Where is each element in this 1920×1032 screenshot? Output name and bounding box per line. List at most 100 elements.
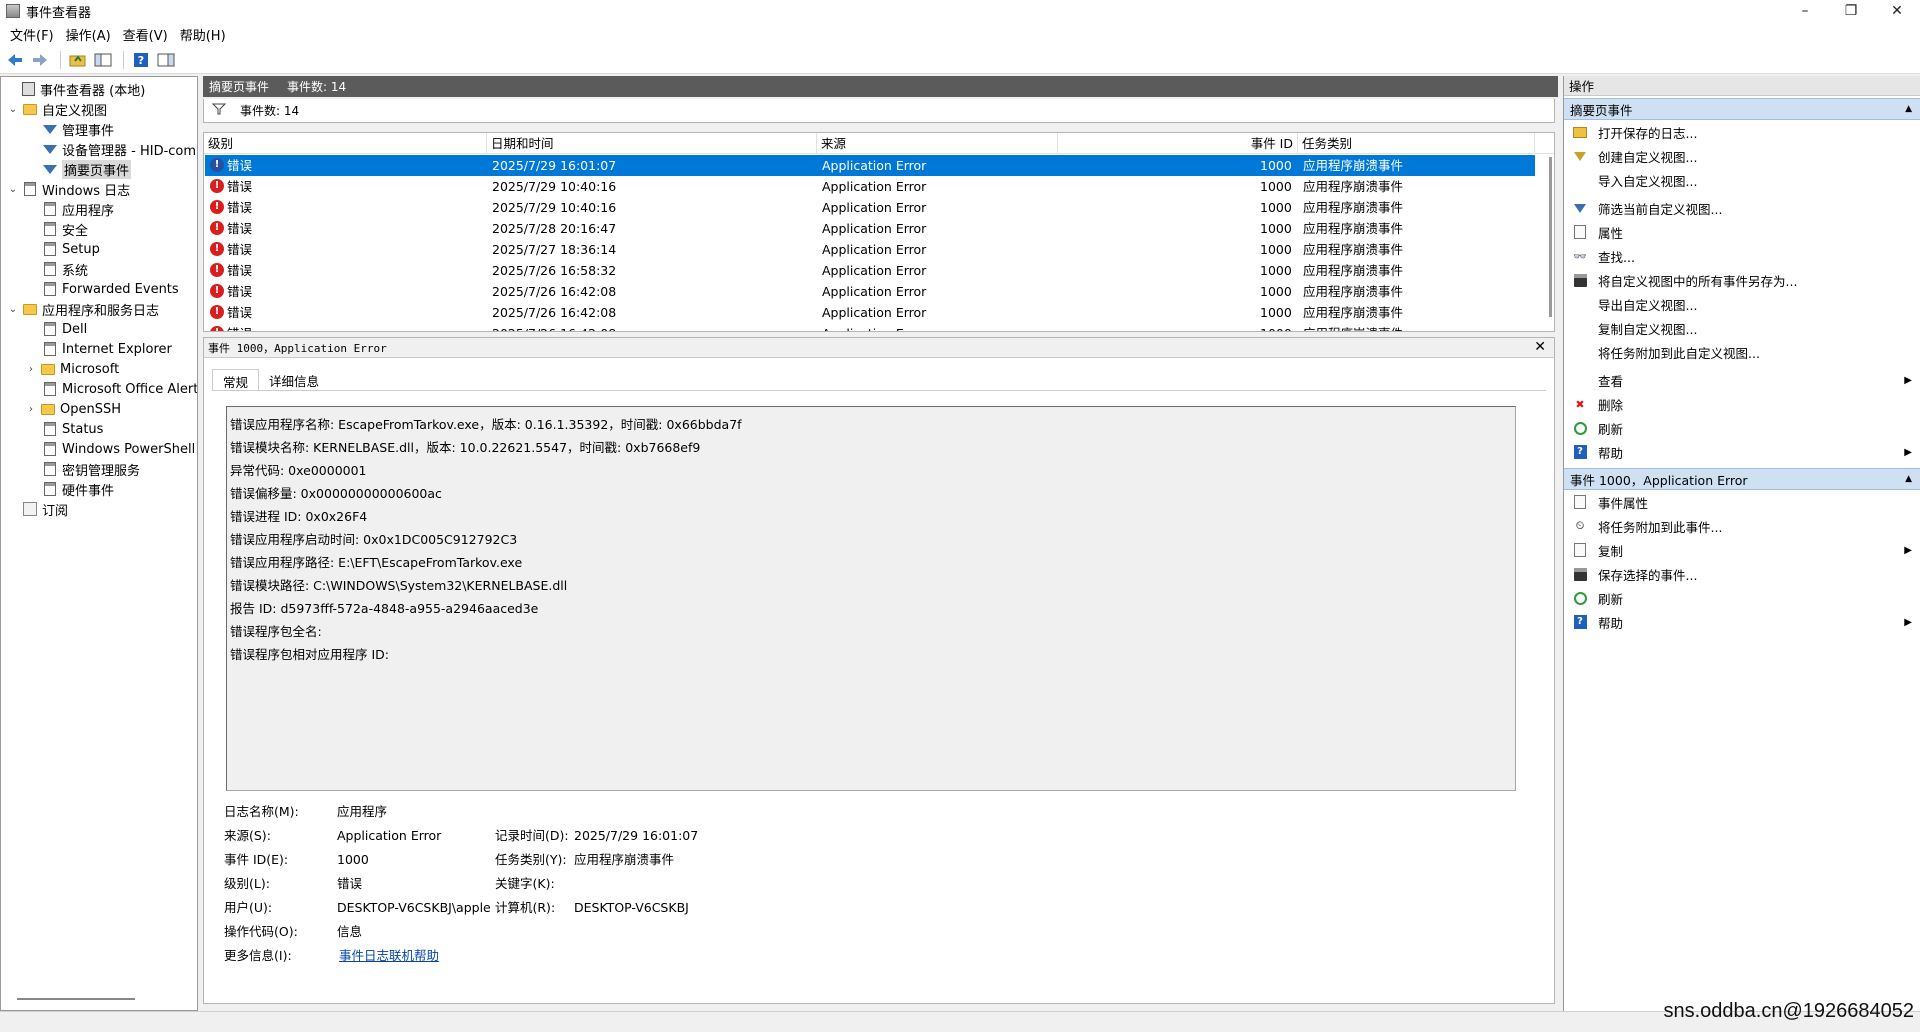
tree-item-windows-powershell[interactable]: Windows PowerShell xyxy=(27,439,195,459)
chevron-down-icon[interactable]: ⌄ xyxy=(7,184,19,195)
logged-label: 记录时间(D): xyxy=(495,828,569,843)
table-row[interactable]: ! 错误 2025/7/27 18:36:14 Application Erro… xyxy=(205,239,1535,260)
tree-item-subscriptions[interactable]: 订阅 xyxy=(7,499,68,519)
detail-tabs: 常规 详细信息 xyxy=(212,369,329,391)
column-header-event-id[interactable]: 事件 ID xyxy=(1058,133,1298,154)
chevron-up-icon[interactable]: ▲ xyxy=(1905,104,1912,114)
actions-section-event[interactable]: 事件 1000，Application Error ▲ xyxy=(1564,468,1920,490)
tree-item-app-service-logs[interactable]: ⌄ 应用程序和服务日志 xyxy=(7,299,159,319)
column-header-task-category[interactable]: 任务类别 xyxy=(1298,133,1535,154)
chevron-right-icon[interactable]: › xyxy=(25,364,37,375)
save-icon xyxy=(1572,566,1588,582)
action-open-saved-log[interactable]: 打开保存的日志... xyxy=(1564,120,1920,144)
action-filter-current-view[interactable]: 筛选当前自定义视图... xyxy=(1564,196,1920,220)
tab-details[interactable]: 详细信息 xyxy=(259,369,329,390)
logged-value: 2025/7/29 16:01:07 xyxy=(574,828,699,843)
action-import-custom-view[interactable]: 导入自定义视图... xyxy=(1564,168,1920,192)
help-icon: ? xyxy=(1572,444,1588,460)
chevron-up-icon[interactable]: ▲ xyxy=(1905,474,1912,484)
table-row[interactable]: ! 错误 2025/7/26 16:58:32 Application Erro… xyxy=(205,260,1535,281)
close-icon[interactable]: ✕ xyxy=(1534,339,1546,355)
folder-icon xyxy=(22,181,38,197)
actions-pane: 操作 摘要页事件 ▲ 打开保存的日志... 创建自定义视图... 导入自定义视图… xyxy=(1563,76,1920,1011)
tab-general[interactable]: 常规 xyxy=(212,369,260,390)
tree-item-setup[interactable]: Setup xyxy=(27,239,100,259)
window-controls: – ❐ ✕ xyxy=(1782,0,1920,22)
close-button[interactable]: ✕ xyxy=(1874,0,1920,22)
action-help-event[interactable]: ? 帮助 ▶ xyxy=(1564,610,1920,634)
table-row[interactable]: ! 错误 2025/7/28 20:16:47 Application Erro… xyxy=(205,218,1535,239)
table-row[interactable]: ! 错误 2025/7/26 16:42:08 Application Erro… xyxy=(205,281,1535,302)
show-action-pane-icon[interactable] xyxy=(155,49,177,71)
log-name-label: 日志名称(M): xyxy=(224,804,299,819)
event-description[interactable]: 错误应用程序名称: EscapeFromTarkov.exe，版本: 0.16.… xyxy=(226,406,1516,791)
action-export-custom-view[interactable]: 导出自定义视图... xyxy=(1564,292,1920,316)
properties-icon xyxy=(1572,224,1588,240)
tree-item-device-manager-hid[interactable]: 设备管理器 - HID-compliant xyxy=(27,139,197,159)
tree-item-openssh[interactable]: › OpenSSH xyxy=(25,399,121,419)
up-folder-icon[interactable] xyxy=(67,49,89,71)
filter-view-icon xyxy=(1572,200,1588,216)
action-view[interactable]: 查看 ▶ xyxy=(1564,368,1920,392)
folder-icon xyxy=(40,401,56,417)
action-save-all-events[interactable]: 将自定义视图中的所有事件另存为... xyxy=(1564,268,1920,292)
action-find[interactable]: 👓 查找... xyxy=(1564,244,1920,268)
error-icon: ! xyxy=(210,158,224,172)
maximize-button[interactable]: ❐ xyxy=(1828,0,1874,22)
action-attach-task-to-view[interactable]: 将任务附加到此自定义视图... xyxy=(1564,340,1920,364)
action-delete[interactable]: ✖ 删除 xyxy=(1564,392,1920,416)
tree-item-windows-logs[interactable]: ⌄ Windows 日志 xyxy=(7,179,130,199)
tree-item-office-alerts[interactable]: Microsoft Office Alerts xyxy=(27,379,197,399)
show-hide-tree-icon[interactable] xyxy=(92,49,114,71)
menu-file[interactable]: 文件(F) xyxy=(4,25,60,44)
tree-item-admin-events[interactable]: 管理事件 xyxy=(27,119,114,139)
action-save-selected-events[interactable]: 保存选择的事件... xyxy=(1564,562,1920,586)
action-copy[interactable]: 复制 ▶ xyxy=(1564,538,1920,562)
table-row[interactable]: ! 错误 2025/7/29 16:01:07 Application Erro… xyxy=(205,155,1535,176)
forward-icon[interactable] xyxy=(29,49,51,71)
error-icon: ! xyxy=(210,263,224,277)
tree-item-key-management[interactable]: 密钥管理服务 xyxy=(27,459,140,479)
tree-item-summary-page-events[interactable]: 摘要页事件 xyxy=(27,159,132,179)
chevron-right-icon[interactable]: › xyxy=(25,404,37,415)
action-properties[interactable]: 属性 xyxy=(1564,220,1920,244)
column-header-datetime[interactable]: 日期和时间 xyxy=(487,133,817,154)
tree-item-internet-explorer[interactable]: Internet Explorer xyxy=(27,339,172,359)
tree-item-application[interactable]: 应用程序 xyxy=(27,199,114,219)
chevron-down-icon[interactable]: ⌄ xyxy=(7,304,19,315)
tree-item-custom-views[interactable]: ⌄ 自定义视图 xyxy=(7,99,107,119)
table-row[interactable]: ! 错误 2025/7/29 10:40:16 Application Erro… xyxy=(205,176,1535,197)
tree-item-system[interactable]: 系统 xyxy=(27,259,88,279)
menu-action[interactable]: 操作(A) xyxy=(60,25,117,44)
column-header-level[interactable]: 级别 xyxy=(204,133,487,154)
action-copy-custom-view[interactable]: 复制自定义视图... xyxy=(1564,316,1920,340)
action-attach-task-to-event[interactable]: ⏲ 将任务附加到此事件... xyxy=(1564,514,1920,538)
table-row[interactable]: ! 错误 2025/7/26 16:42:08 Application Erro… xyxy=(205,302,1535,323)
tree-item-status[interactable]: Status xyxy=(27,419,103,439)
column-header-source[interactable]: 来源 xyxy=(817,133,1058,154)
online-help-link[interactable]: 事件日志联机帮助 xyxy=(339,944,439,968)
action-help[interactable]: ? 帮助 ▶ xyxy=(1564,440,1920,464)
action-create-custom-view[interactable]: 创建自定义视图... xyxy=(1564,144,1920,168)
tree-item-hardware-events[interactable]: 硬件事件 xyxy=(27,479,114,499)
tree-item-forwarded-events[interactable]: Forwarded Events xyxy=(27,279,179,299)
tree-item-security[interactable]: 安全 xyxy=(27,219,88,239)
table-row[interactable]: ! 错误 2025/7/26 16:42:08 Application Erro… xyxy=(205,323,1535,331)
action-event-properties[interactable]: 事件属性 xyxy=(1564,490,1920,514)
help-icon[interactable]: ? xyxy=(130,49,152,71)
tree-item-microsoft[interactable]: › Microsoft xyxy=(25,359,119,379)
chevron-down-icon[interactable]: ⌄ xyxy=(7,104,19,115)
vertical-scrollbar[interactable] xyxy=(1549,157,1552,317)
horizontal-scrollbar[interactable] xyxy=(17,998,135,1000)
action-refresh-event[interactable]: 刷新 xyxy=(1564,586,1920,610)
back-icon[interactable] xyxy=(4,49,26,71)
tree-item-event-viewer-local[interactable]: 事件查看器 (本地) xyxy=(5,79,145,99)
action-refresh[interactable]: 刷新 xyxy=(1564,416,1920,440)
minimize-button[interactable]: – xyxy=(1782,0,1828,22)
menu-view[interactable]: 查看(V) xyxy=(117,25,174,44)
actions-section-summary[interactable]: 摘要页事件 ▲ xyxy=(1564,98,1920,120)
menu-help[interactable]: 帮助(H) xyxy=(174,25,232,44)
table-row[interactable]: ! 错误 2025/7/29 10:40:16 Application Erro… xyxy=(205,197,1535,218)
detail-title: 事件 1000，Application Error xyxy=(208,341,387,355)
tree-item-dell[interactable]: Dell xyxy=(27,319,87,339)
